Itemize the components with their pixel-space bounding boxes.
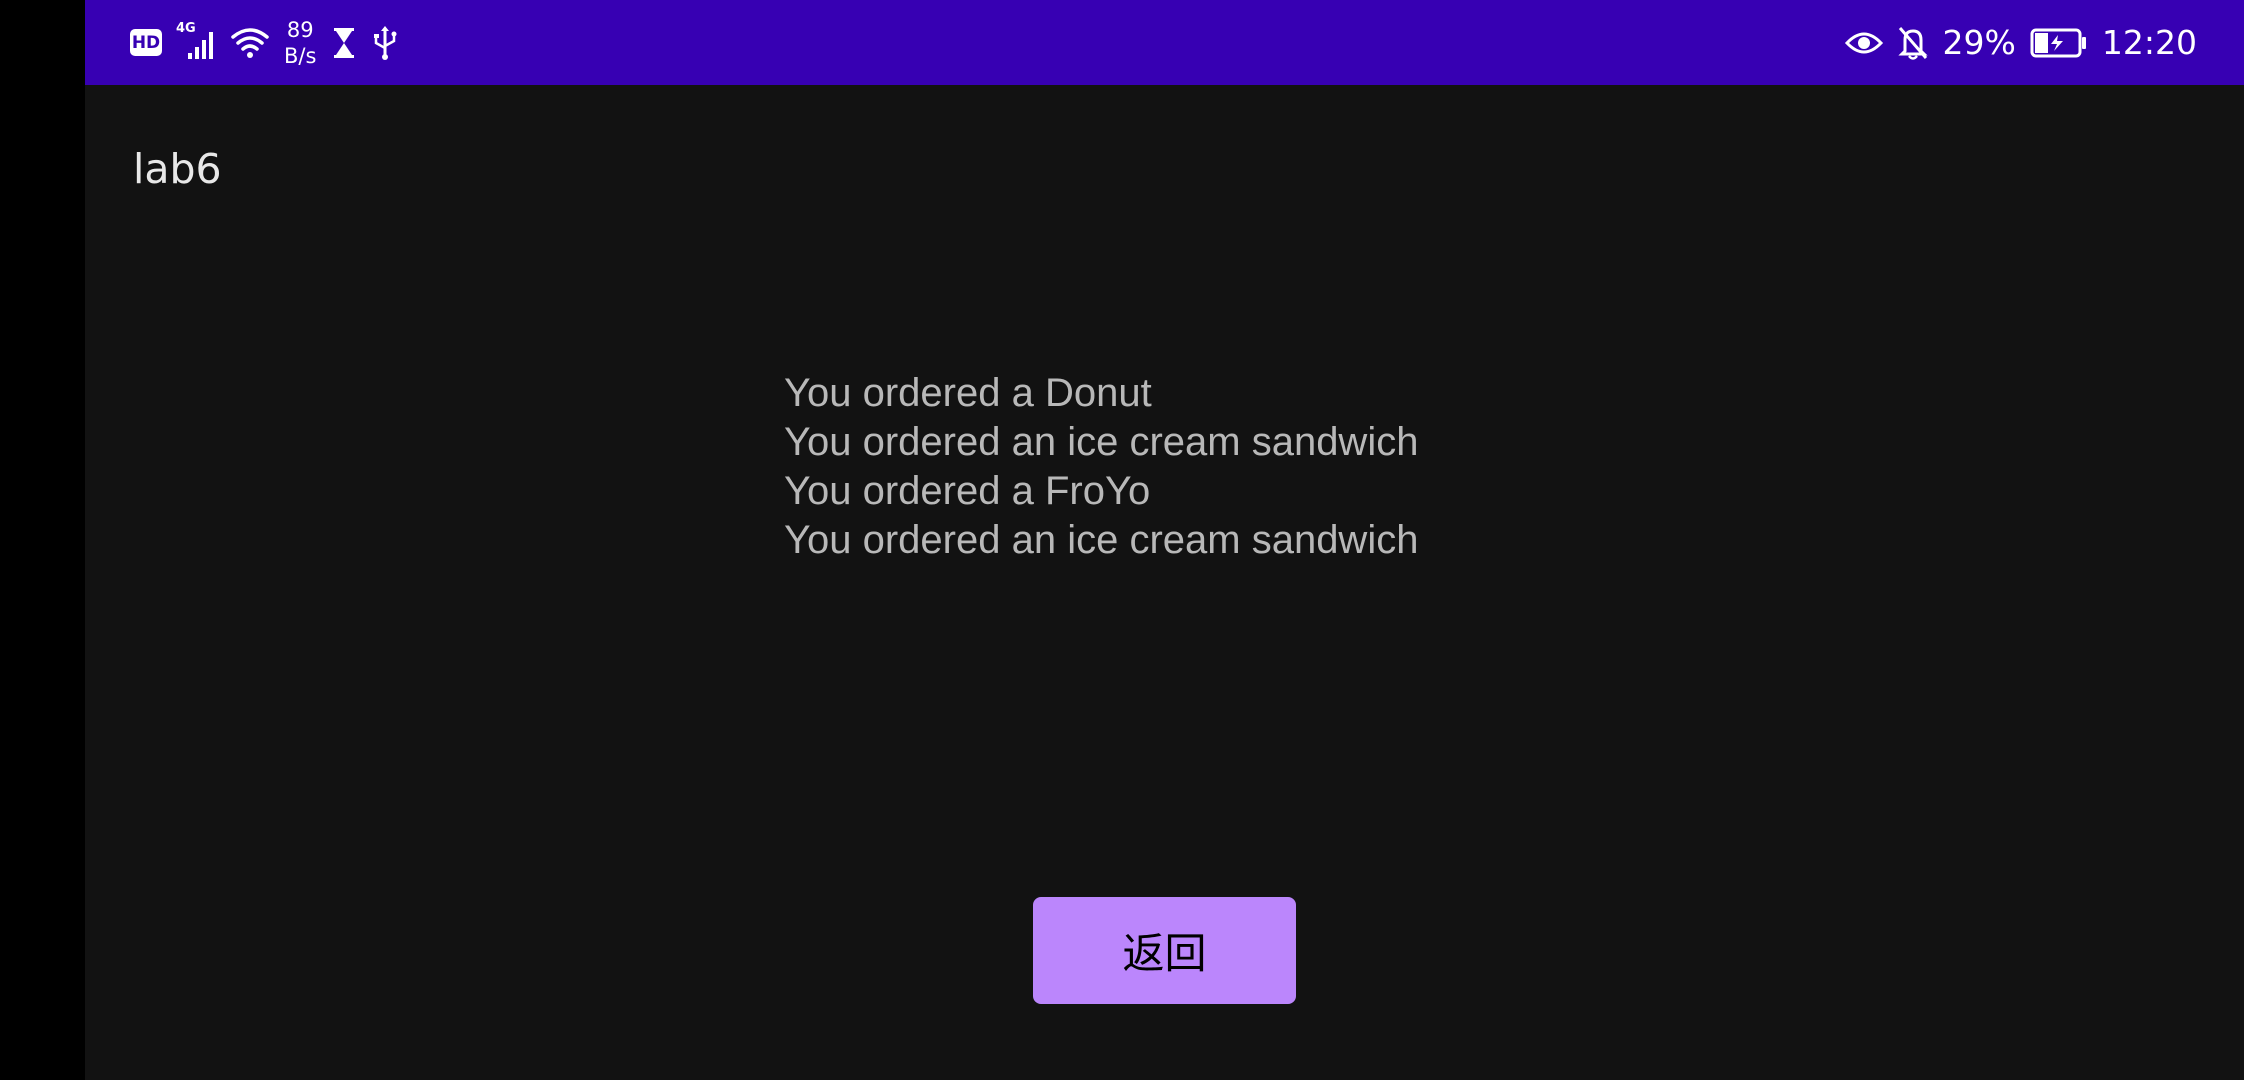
app-title: lab6 [133,145,222,193]
network-speed-unit: B/s [284,43,317,68]
order-line: You ordered an ice cream sandwich [784,518,1419,562]
display-cutout [0,0,85,1080]
order-line: You ordered a Donut [784,371,1152,415]
hd-icon: HD [130,29,162,56]
eye-icon [1844,28,1883,58]
order-line: You ordered an ice cream sandwich [784,420,1419,464]
bell-off-icon [1897,25,1929,61]
status-bar-right: 29% 12:20 [1844,0,2197,85]
clock: 12:20 [2101,23,2197,62]
battery-charging-icon [2030,28,2088,58]
network-speed: 89 B/s [284,17,316,69]
signal-4g-icon: 4G [176,21,216,63]
battery-percent: 29% [1942,23,2016,62]
app-content: lab6 You ordered a Donut You ordered an … [85,85,2244,1080]
order-summary: You ordered a Donut You ordered an ice c… [784,369,1418,565]
network-speed-value: 89 [286,17,314,42]
phone-screen: HD 4G 89 B/s 29% 12:20 lab6 You ordered … [0,0,2244,1080]
hourglass-icon [330,25,358,61]
wifi-icon [230,25,270,61]
back-button[interactable]: 返回 [1033,897,1296,1004]
usb-icon [372,25,398,61]
status-bar: HD 4G 89 B/s 29% 12:20 [85,0,2244,85]
order-line: You ordered a FroYo [784,469,1151,513]
status-bar-left: HD 4G 89 B/s [130,0,398,85]
